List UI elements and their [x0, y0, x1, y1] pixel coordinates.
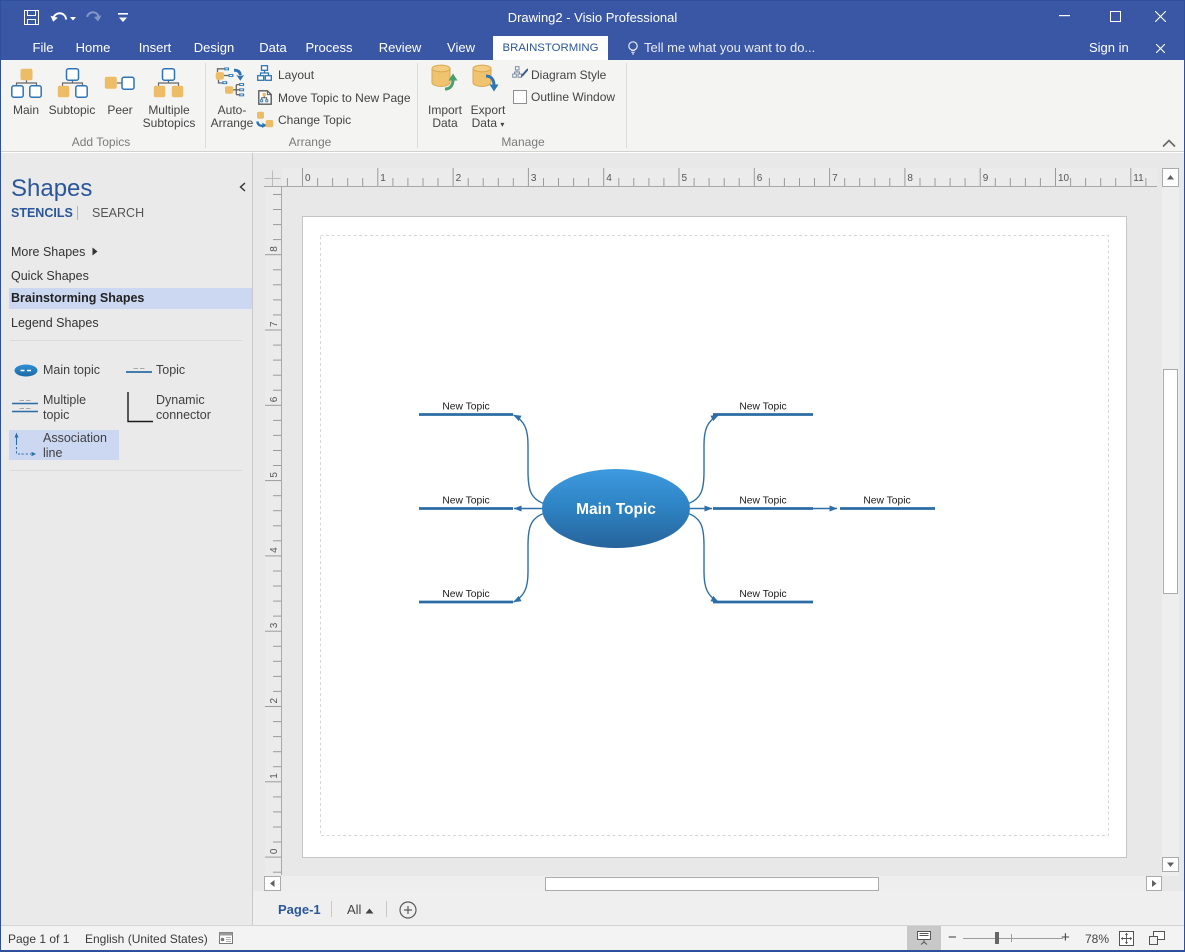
svg-text:2: 2	[269, 698, 280, 704]
svg-text:6: 6	[269, 396, 280, 402]
svg-text:11: 11	[1133, 173, 1144, 184]
svg-text:New Topic: New Topic	[739, 402, 786, 413]
svg-text:New Topic: New Topic	[442, 402, 489, 413]
svg-text:3: 3	[531, 173, 537, 184]
svg-text:3: 3	[269, 622, 280, 628]
svg-text:8: 8	[907, 173, 913, 184]
svg-text:New Topic: New Topic	[442, 496, 489, 507]
svg-text:5: 5	[682, 173, 688, 184]
svg-text:0: 0	[305, 173, 311, 184]
svg-text:7: 7	[832, 173, 838, 184]
svg-text:New Topic: New Topic	[863, 496, 910, 507]
svg-text:4: 4	[606, 173, 612, 184]
svg-text:New Topic: New Topic	[739, 589, 786, 600]
svg-text:1: 1	[269, 773, 280, 779]
svg-text:6: 6	[757, 173, 763, 184]
svg-text:10: 10	[1058, 173, 1070, 184]
svg-text:4: 4	[269, 547, 280, 553]
svg-text:9: 9	[983, 173, 989, 184]
svg-text:New Topic: New Topic	[442, 589, 489, 600]
svg-text:8: 8	[269, 246, 280, 252]
svg-text:New Topic: New Topic	[739, 496, 786, 507]
svg-text:5: 5	[269, 472, 280, 478]
svg-text:0: 0	[269, 848, 280, 854]
svg-text:7: 7	[269, 321, 280, 327]
svg-text:Main Topic: Main Topic	[576, 501, 656, 518]
svg-text:2: 2	[456, 173, 462, 184]
svg-text:1: 1	[380, 173, 386, 184]
